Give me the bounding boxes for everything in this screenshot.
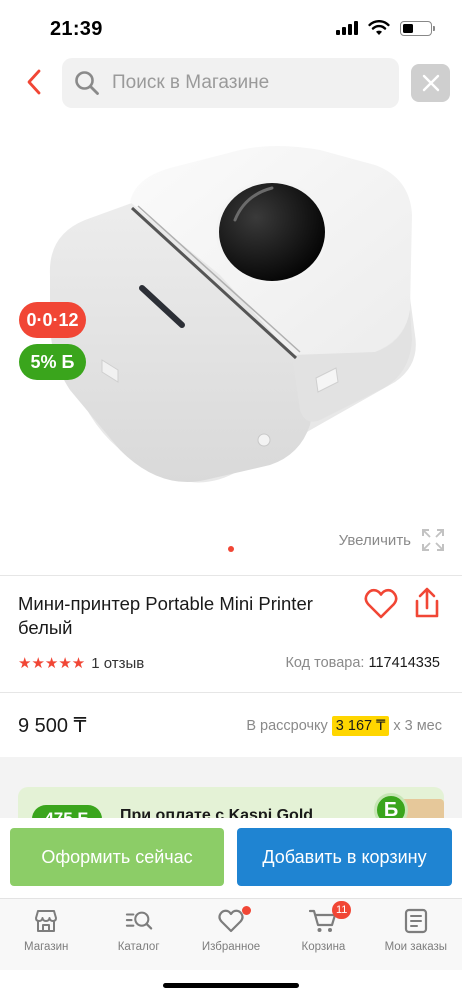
reviews-link[interactable]: 1 отзыв [91, 655, 144, 672]
tab-cart[interactable]: 11 Корзина [277, 899, 369, 970]
tab-catalog[interactable]: Каталог [92, 899, 184, 970]
divider [0, 692, 462, 693]
wifi-icon [368, 20, 390, 35]
tab-label: Мои заказы [384, 941, 448, 953]
product-code-label: Код товара: [285, 655, 365, 671]
tab-favorites[interactable]: Избранное [185, 899, 277, 970]
status-icons [336, 20, 435, 36]
search-icon [75, 71, 99, 95]
bottom-tab-bar: Магазин Каталог Избранное 11 Корзина Мои… [0, 898, 462, 970]
home-indicator [163, 983, 299, 988]
notification-dot [242, 906, 252, 915]
pagination-dot-active [228, 546, 234, 552]
installment-badge[interactable]: 0·0·12 [19, 302, 86, 338]
rating-row: ★★★★★ 1 отзыв [18, 654, 144, 673]
close-icon [422, 74, 439, 92]
product-gallery[interactable]: 0·0·12 5% Б Увеличить [0, 120, 462, 572]
tab-label: Корзина [301, 941, 346, 953]
product-code-value: 117414335 [368, 655, 440, 671]
tab-orders[interactable]: Мои заказы [370, 899, 462, 970]
bonus-badge[interactable]: 5% Б [19, 344, 86, 380]
cart-icon: 11 [309, 901, 352, 935]
status-bar: 21:39 [0, 0, 462, 56]
chevron-left-icon [27, 69, 41, 95]
tab-store[interactable]: Магазин [0, 899, 92, 970]
product-price: 9 500 ₸ [18, 715, 87, 737]
search-box[interactable] [62, 58, 399, 108]
share-icon [415, 587, 439, 618]
search-header [0, 56, 462, 110]
installment-amount: 3 167 ₸ [331, 716, 390, 736]
favorite-button[interactable] [364, 588, 398, 620]
store-icon [32, 907, 60, 935]
heart-icon [217, 906, 252, 935]
add-to-cart-button[interactable]: Добавить в корзину [237, 828, 452, 886]
action-bar: Оформить сейчас Добавить в корзину [0, 818, 462, 898]
product-code: Код товара: 117414335 [285, 655, 440, 671]
installment-suffix: х 3 мес [393, 718, 442, 734]
status-time: 21:39 [50, 18, 103, 40]
divider [0, 575, 462, 576]
battery-icon [400, 20, 435, 36]
share-button[interactable] [412, 586, 442, 620]
close-search-button[interactable] [411, 64, 450, 102]
rating-stars: ★★★★★ [18, 655, 86, 672]
installment-info[interactable]: В рассрочку 3 167 ₸ х 3 мес [246, 716, 442, 736]
cart-count-badge: 11 [332, 901, 352, 919]
catalog-icon [125, 907, 153, 935]
buy-now-button[interactable]: Оформить сейчас [10, 828, 224, 886]
cellular-signal-icon [336, 21, 358, 35]
gallery-pagination [0, 546, 462, 552]
orders-icon [402, 907, 430, 935]
installment-prefix: В рассрочку [246, 718, 328, 734]
back-button[interactable] [18, 62, 50, 102]
search-input[interactable] [112, 72, 372, 94]
tab-label: Избранное [201, 941, 261, 953]
tab-label: Магазин [24, 941, 69, 953]
heart-icon [364, 588, 398, 619]
product-title: Мини-принтер Portable Mini Printer белый [18, 593, 313, 638]
tab-label: Каталог [117, 941, 160, 953]
